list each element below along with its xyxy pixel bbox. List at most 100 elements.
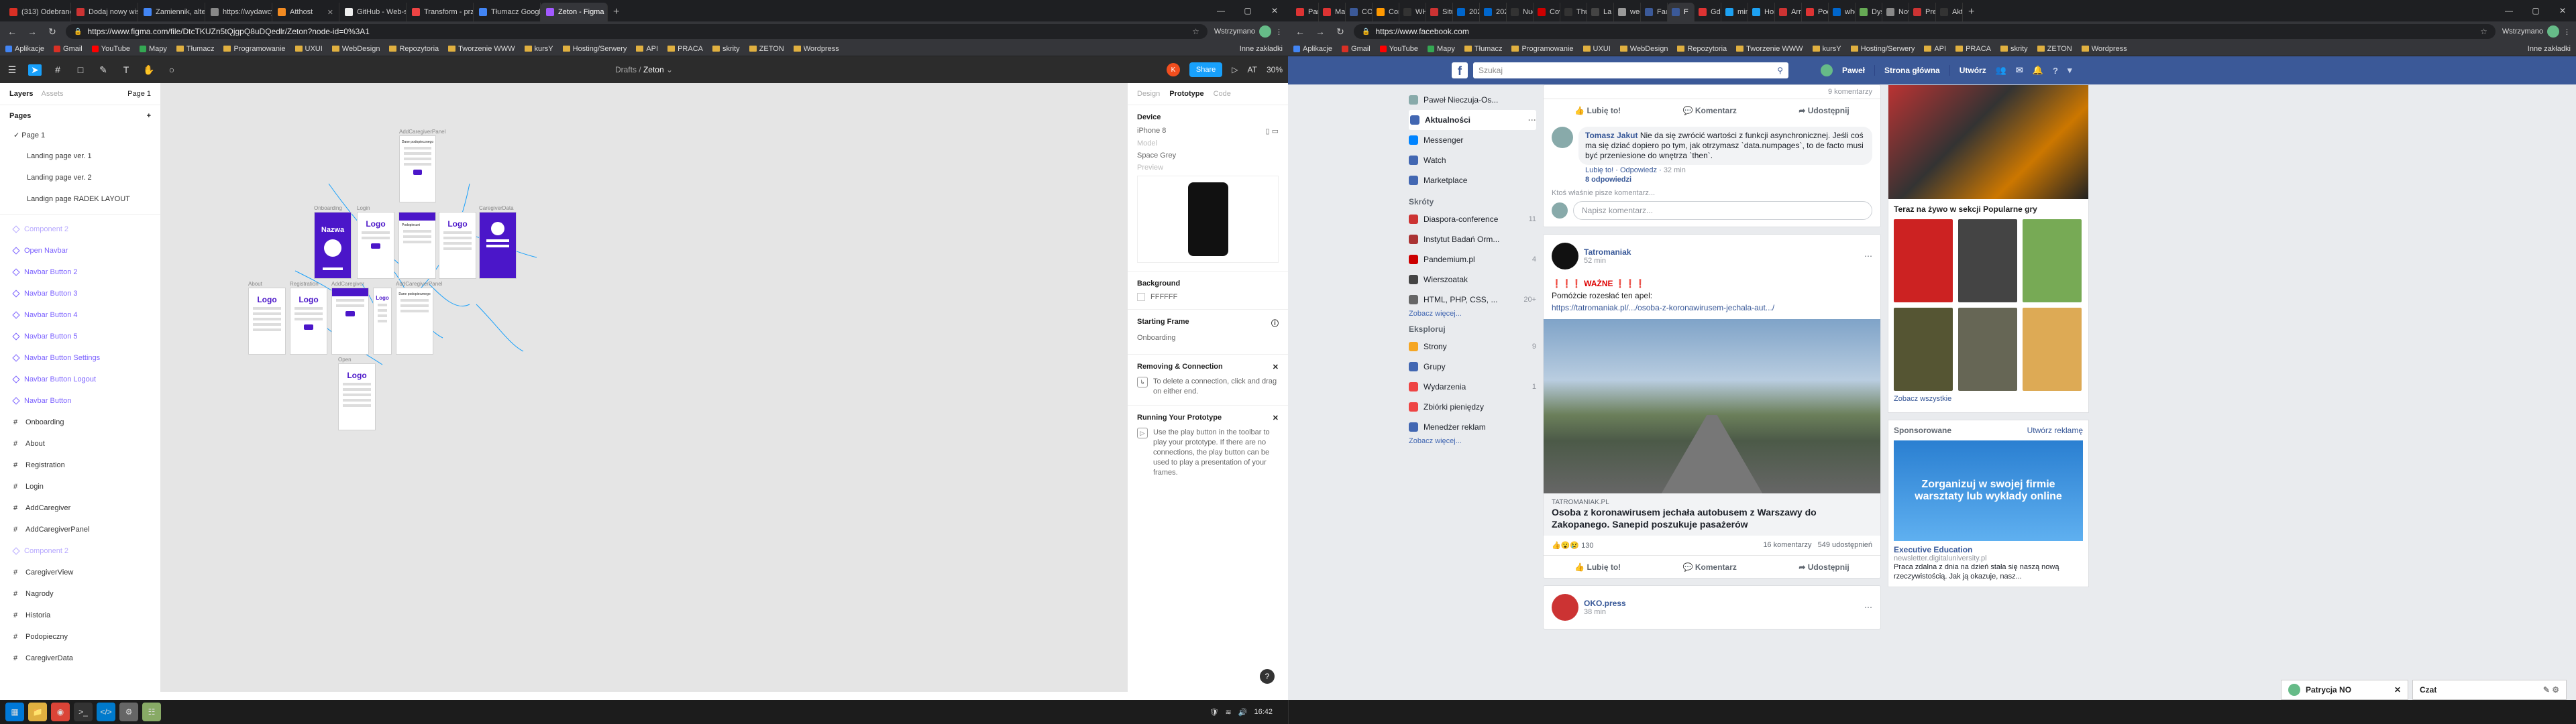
breadcrumb-current[interactable]: Zeton [643, 65, 664, 74]
browser-tab[interactable]: Zamiennik, alternatyw✕ [138, 3, 205, 21]
comment-button[interactable]: 💬 Komentarz [1683, 562, 1737, 572]
post-image[interactable] [1544, 319, 1880, 493]
browser-tab[interactable]: WH [1399, 3, 1426, 21]
frame-about[interactable]: Logo [248, 288, 286, 355]
post-time[interactable]: 52 min [1584, 257, 1631, 265]
browser-tab[interactable]: F [1668, 3, 1695, 21]
comment-button[interactable]: 💬 Komentarz [1683, 106, 1737, 115]
post-link[interactable]: https://tatromaniak.pl/.../osoba-z-koron… [1552, 303, 1774, 312]
share-button[interactable]: ➦ Udostępnij [1799, 106, 1849, 115]
layer-item[interactable]: # CaregiverView [0, 562, 160, 583]
tab-assets[interactable]: Assets [41, 90, 63, 98]
chat-bar[interactable]: Czat ✎ ⚙ [2412, 680, 2567, 700]
help-button[interactable]: ? [1260, 669, 1275, 684]
bookmark-item[interactable]: YouTube [91, 45, 130, 53]
bookmark-item[interactable]: Tworzenie WWW [1736, 45, 1803, 53]
share-button[interactable]: Share [1189, 62, 1223, 77]
layer-item[interactable]: # About [0, 433, 160, 455]
browser-tab[interactable]: https://wydawcy.panel✕ [205, 3, 272, 21]
bookmark-item[interactable]: ZETON [749, 45, 784, 53]
comment-tool-icon[interactable]: ○ [165, 64, 178, 75]
bookmark-item[interactable]: Programowanie [223, 45, 286, 53]
menu-icon[interactable]: ⋮ [2563, 27, 2571, 36]
layer-item[interactable]: # Historia [0, 605, 160, 626]
start-icon[interactable]: ▦ [5, 703, 24, 721]
settings-icon[interactable]: ☷ [142, 703, 161, 721]
bookmark-item[interactable]: Aplikacje [1293, 45, 1332, 53]
browser-tab[interactable]: Thu [1560, 3, 1587, 21]
frame-caregiverdata[interactable] [479, 212, 517, 279]
frame-label[interactable]: AddCaregiver [331, 281, 364, 287]
close-icon[interactable]: ✕ [1273, 414, 1279, 422]
new-tab-button[interactable]: + [608, 3, 625, 21]
sidebar-item[interactable]: Instytut Badań Orm... [1409, 229, 1536, 249]
more-icon[interactable]: ⋯ [1864, 603, 1872, 612]
facebook-logo[interactable]: f [1452, 62, 1468, 78]
nav-profile[interactable]: Paweł [1842, 66, 1865, 75]
friends-icon[interactable]: 👥 [1996, 65, 2006, 76]
nav-create[interactable]: Utwórz [1960, 66, 1986, 75]
sidebar-item[interactable]: Grupy [1409, 357, 1536, 377]
bookmark-item[interactable]: Tworzenie WWW [448, 45, 515, 53]
help-icon[interactable]: ? [2053, 66, 2058, 76]
chevron-down-icon[interactable]: ⌄ [666, 65, 673, 74]
bookmark-item[interactable]: ZETON [2037, 45, 2072, 53]
back-icon[interactable]: ← [5, 26, 19, 37]
hand-tool-icon[interactable]: ✋ [142, 64, 156, 76]
bookmark-item[interactable]: Programowanie [1511, 45, 1574, 53]
bookmark-item[interactable]: Gmail [54, 45, 83, 53]
layer-item[interactable]: Navbar Button 3 [0, 283, 160, 304]
bookmark-item[interactable]: Repozytoria [1677, 45, 1727, 53]
browser-tab[interactable]: Tłumacz Google✕ [474, 3, 541, 21]
forward-icon[interactable]: → [25, 26, 39, 37]
sidebar-item[interactable]: Zbiórki pieniędzy [1409, 397, 1536, 417]
layer-item[interactable]: # Nagrody [0, 583, 160, 605]
frame-tool-icon[interactable]: # [51, 64, 64, 75]
bookmark-item[interactable]: UXUI [1582, 45, 1611, 53]
profile-chip[interactable]: Wstrzymano ⋮ [2502, 25, 2571, 38]
frame-label[interactable]: CaregiverData [479, 205, 514, 211]
back-icon[interactable]: ← [1293, 26, 1307, 37]
game-tile[interactable] [1894, 308, 1953, 391]
menu-icon[interactable]: ⋮ [1275, 27, 1283, 36]
comment-input[interactable]: Napisz komentarz... [1573, 201, 1872, 220]
frame-label[interactable]: About [248, 281, 262, 287]
add-page-icon[interactable]: + [147, 112, 151, 120]
frame-addcaregiverpanel[interactable]: Dane podopiecznego [396, 288, 433, 355]
post-time[interactable]: 38 min [1584, 608, 1626, 616]
browser-tab[interactable]: Pod [1802, 3, 1829, 21]
frame-registration[interactable]: Logo [290, 288, 327, 355]
like-button[interactable]: 👍 Lubię to! [1574, 106, 1621, 115]
page-avatar[interactable] [1552, 594, 1578, 621]
sidebar-item[interactable]: HTML, PHP, CSS, ... 20+ [1409, 290, 1536, 310]
maximize-icon[interactable]: ▢ [1234, 0, 1261, 21]
forward-icon[interactable]: → [1313, 26, 1327, 37]
browser-tab[interactable]: Akt [1936, 3, 1963, 21]
sidebar-item[interactable]: Pandemium.pl 4 [1409, 249, 1536, 269]
browser-tab[interactable]: Pan [1292, 3, 1319, 21]
minimize-icon[interactable]: — [2496, 0, 2522, 21]
files-icon[interactable]: 📁 [28, 703, 47, 721]
live-stream-thumbnail[interactable] [1888, 85, 2088, 199]
more-icon[interactable]: ⋯ [1864, 251, 1872, 261]
tab-code[interactable]: Code [1214, 90, 1231, 98]
profile-chip[interactable]: Wstrzymano ⋮ [1214, 25, 1283, 38]
ad-site[interactable]: newsletter.digitaluniversity.pl [1894, 554, 2083, 562]
layer-item[interactable]: Component 2 [0, 540, 160, 562]
bookmark-item[interactable]: Wordpress [2081, 45, 2127, 53]
browser-tab[interactable]: Fac [1641, 3, 1668, 21]
comments-count[interactable]: 16 komentarzy [1763, 541, 1811, 549]
game-tile[interactable] [1894, 219, 1953, 302]
browser-tab[interactable]: Mar [1319, 3, 1346, 21]
browser-tab[interactable]: Cor [1373, 3, 1399, 21]
sidebar-item[interactable]: Paweł Nieczuja-Os... [1409, 90, 1536, 110]
chrome-icon[interactable]: ◉ [51, 703, 70, 721]
bookmark-item[interactable]: skrity [712, 45, 740, 53]
bookmark-item[interactable]: Wordpress [793, 45, 839, 53]
see-all-link[interactable]: Zobacz wszystkie [1888, 391, 2088, 407]
comment-like[interactable]: Lubię to! [1585, 166, 1613, 174]
browser-tab[interactable]: wee [1614, 3, 1641, 21]
minimize-icon[interactable]: — [1208, 0, 1234, 21]
tab-layers[interactable]: Layers [9, 90, 33, 98]
see-more-link[interactable]: Zobacz więcej... [1409, 437, 1536, 445]
